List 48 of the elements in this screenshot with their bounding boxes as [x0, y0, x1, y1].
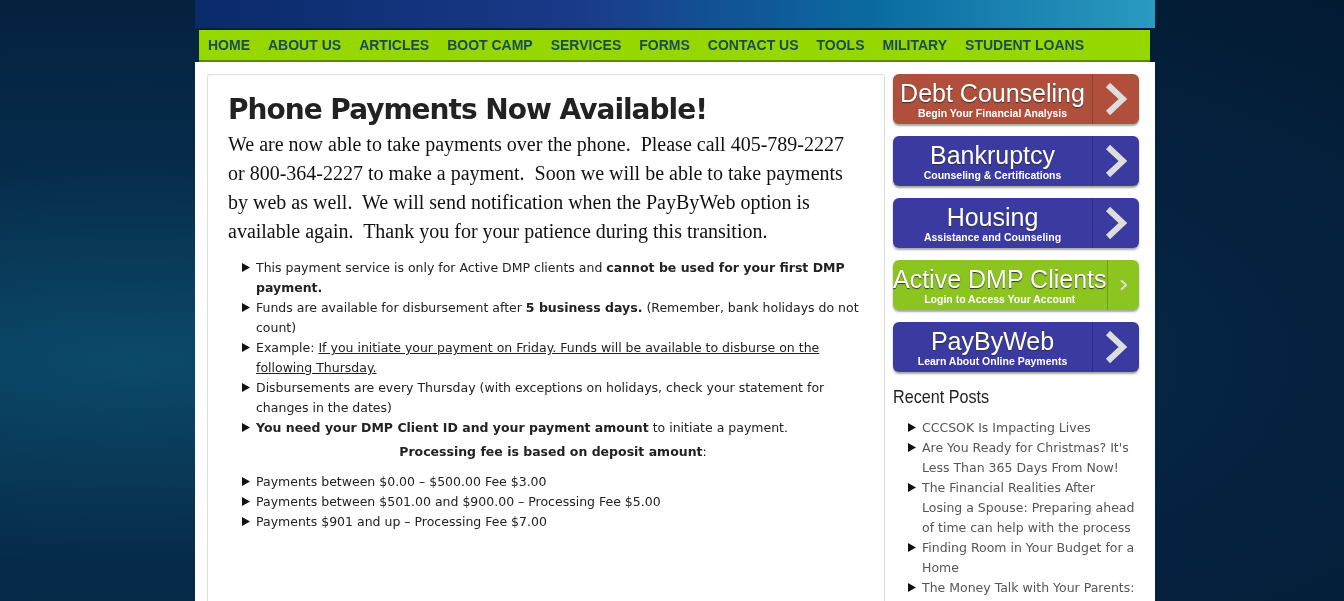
nav-link[interactable]: CONTACT US: [707, 37, 799, 53]
nav-link[interactable]: ARTICLES: [359, 37, 430, 53]
chevron-icon: [1105, 82, 1127, 116]
sidebar-button[interactable]: Debt Counseling Begin Your Financial Analysis: [893, 74, 1139, 124]
bullet-icon: [242, 343, 250, 352]
nav-link[interactable]: FORMS: [639, 37, 690, 53]
note-text: Funds are available for disbursement after 5 business days. (Remember, bank holidays do not count): [256, 299, 860, 337]
fee-text: Payments between $501.00 and $900.00 – Processing Fee $5.00: [256, 493, 662, 511]
nav-link[interactable]: SERVICES: [550, 37, 622, 53]
chevron-icon: [1105, 144, 1127, 178]
post-link[interactable]: CCCSOK Is Impacting Lives: [922, 418, 1139, 438]
post-link[interactable]: The Financial Realities After Losing a Spouse: Preparing ahead of time can help with the process: [922, 478, 1139, 538]
bullet-icon: [242, 517, 250, 526]
bullet-icon: [908, 483, 916, 492]
bullet-icon: [242, 423, 250, 432]
bullet-icon: [242, 263, 250, 272]
nav-link[interactable]: STUDENT LOANS: [965, 37, 1085, 53]
chevron-icon: [1105, 206, 1127, 240]
note-text: You need your DMP Client ID and your payment amount to initiate a payment.: [256, 419, 789, 437]
bullet-icon: [908, 443, 916, 452]
intro-paragraph: We are now able to take payments over the phone. Please call 405-789-2227 or 800-364-2227 to make a payment. Soon we will be able to take payments by web as well. We will send notification when the PayByWeb option is available again. Thank you for your patience during this transition.: [228, 132, 845, 245]
note-text: This payment service is only for Active DMP clients and cannot be used for your first DMP payment.: [256, 259, 846, 297]
fee-heading: Processing fee is based on deposit amount:: [398, 443, 708, 461]
post-link[interactable]: The Money Talk with Your Parents:: [922, 578, 1139, 598]
fee-text: Payments between $0.00 – $500.00 Fee $3.00: [256, 473, 548, 491]
recent-posts-heading: Recent Posts: [893, 386, 991, 408]
fee-text: Payments $901 and up – Processing Fee $7.00: [256, 513, 548, 531]
bullet-icon: [242, 303, 250, 312]
bullet-icon: [242, 383, 250, 392]
post-link[interactable]: Finding Room in Your Budget for a Home: [922, 538, 1139, 578]
chevron-icon: [1105, 330, 1127, 364]
bullet-icon: [908, 423, 916, 432]
nav-link[interactable]: TOOLS: [816, 37, 865, 53]
nav-link[interactable]: BOOT CAMP: [447, 37, 533, 53]
nav-link[interactable]: MILITARY: [882, 37, 948, 53]
bullet-icon: [908, 583, 916, 592]
bullet-icon: [908, 543, 916, 552]
nav-link[interactable]: ABOUT US: [268, 37, 342, 53]
sidebar-button[interactable]: Bankruptcy Counseling & Certifications: [893, 136, 1139, 186]
post-link[interactable]: Are You Ready for Christmas? It's Less Than 365 Days From Now!: [922, 438, 1139, 478]
note-text: Example: If you initiate your payment on Friday. Funds will be available to disburse on the following Thursday.: [256, 339, 821, 377]
bullet-icon: [242, 477, 250, 486]
sidebar-button[interactable]: Housing Assistance and Counseling: [893, 198, 1139, 248]
note-text: Disbursements are every Thursday (with exceptions on holidays, check your statement for changes in the dates): [256, 379, 826, 417]
sidebar-button[interactable]: PayByWeb Learn About Online Payments: [893, 322, 1139, 372]
nav-link[interactable]: HOME: [208, 37, 250, 53]
article-title: Phone Payments Now Available!: [228, 93, 708, 126]
bullet-icon: [242, 497, 250, 506]
